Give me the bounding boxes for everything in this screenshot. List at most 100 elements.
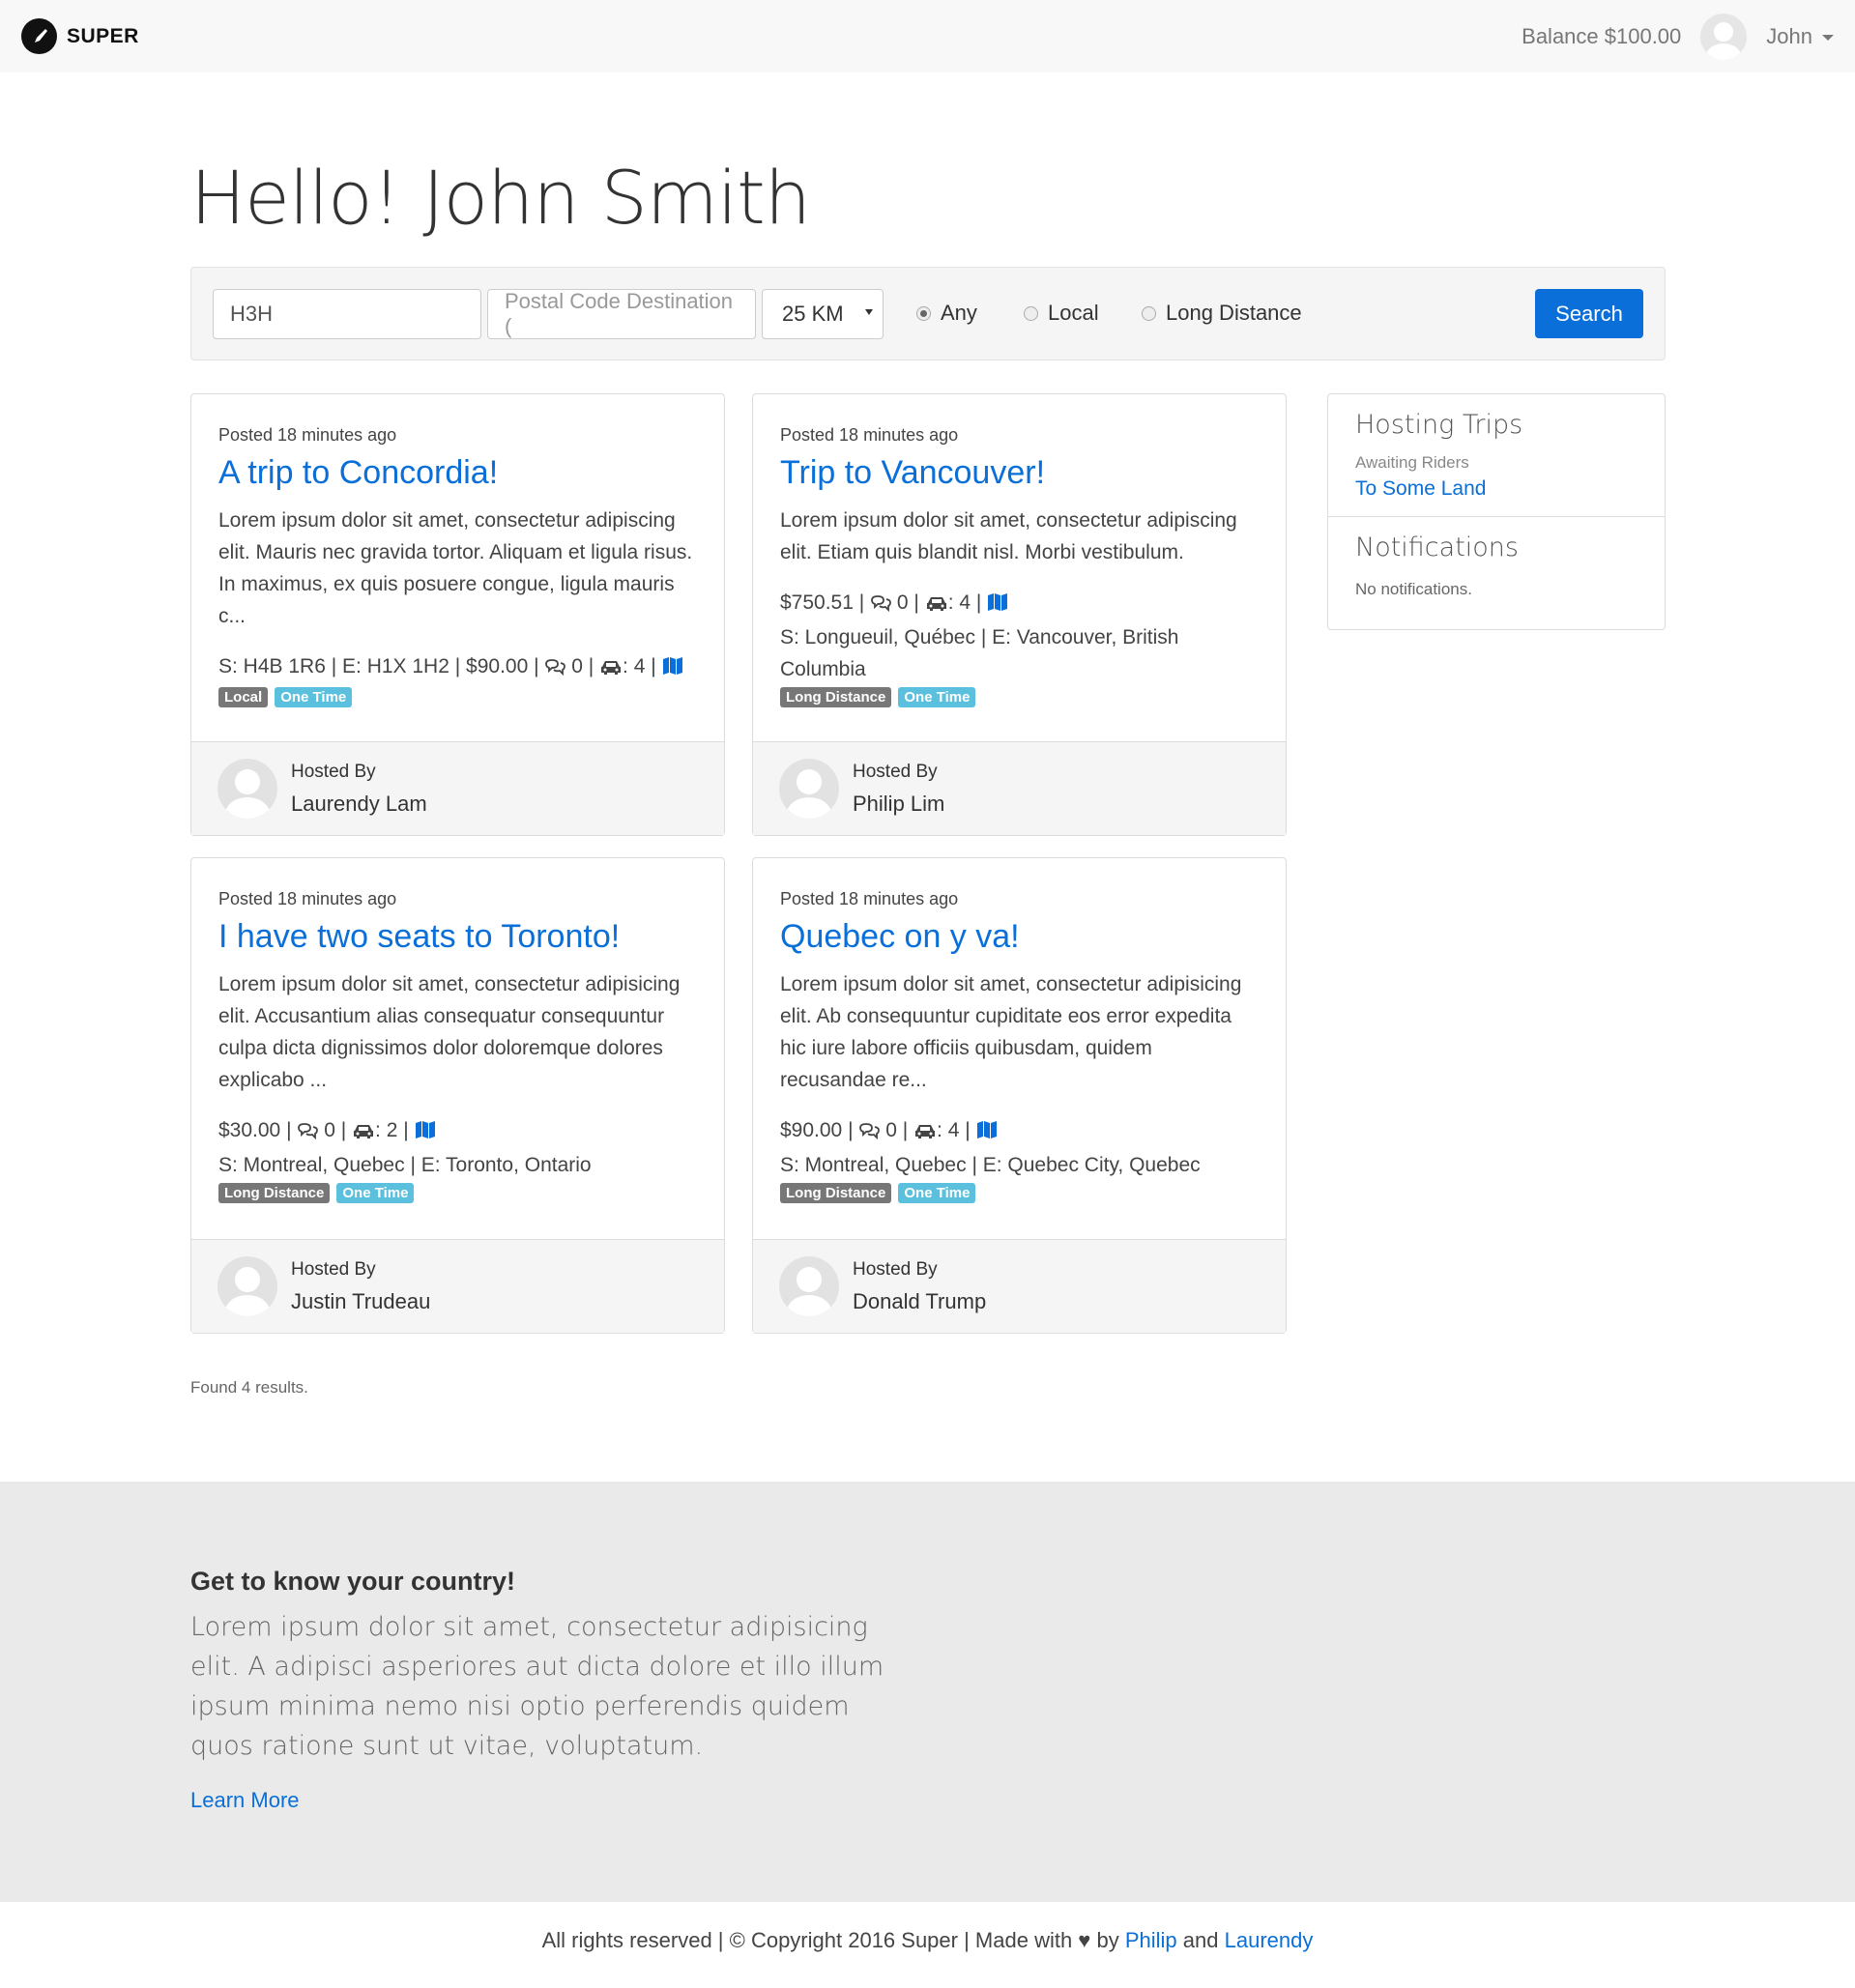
trip-meta: $750.51 | 0 | : 4 | S: Longueuil, Québec… (780, 590, 1179, 680)
frequency-badge: One Time (275, 686, 353, 707)
trip-price: $90.00 (780, 1118, 843, 1141)
comments-icon (858, 1117, 881, 1149)
user-avatar[interactable] (1700, 13, 1748, 60)
radius-value: 25 KM (782, 302, 844, 326)
trip-description: Lorem ipsum dolor sit amet, consectetur … (218, 972, 681, 1091)
card-footer: Hosted By Laurendy Lam (191, 741, 724, 835)
radio-label-long-distance: Long Distance (1166, 301, 1302, 325)
navbar: SUPER Balance $100.00 John (0, 0, 1855, 72)
footer-text: All rights reserved | © Copyright 2016 S… (541, 1928, 1119, 1952)
host-avatar[interactable] (217, 759, 277, 819)
seat-count: 4 (633, 654, 646, 677)
trip-meta: $30.00 | 0 | : 2 | S: Montreal, Quebec |… (218, 1117, 592, 1176)
host-label: Hosted By (291, 1258, 376, 1280)
trip-meta: S: H4B 1R6 | E: H1X 1H2 | $90.00 | 0 | :… (218, 650, 697, 685)
trip-card: Posted 18 minutes ago Quebec on y va! Lo… (752, 857, 1287, 1334)
card-footer: Hosted By Donald Trump (753, 1239, 1286, 1333)
comment-count: 0 (571, 654, 583, 677)
hosting-trip-link[interactable]: To Some Land (1355, 477, 1638, 501)
caret-down-icon (1822, 35, 1834, 41)
search-button[interactable]: Search (1535, 289, 1643, 338)
posted-time: Posted 18 minutes ago (218, 889, 397, 908)
learn-more-link[interactable]: Learn More (190, 1788, 300, 1813)
radio-local[interactable]: Local (1024, 301, 1099, 326)
radio-unchecked-icon (1142, 305, 1156, 321)
notifications-section: Notifications No notifications. (1328, 516, 1665, 615)
brand-logo-icon (21, 18, 57, 54)
card-footer: Hosted By Justin Trudeau (191, 1239, 724, 1333)
route-start: S: Montreal, Quebec (218, 1153, 405, 1176)
comments-icon (870, 590, 891, 621)
host-name[interactable]: Donald Trump (853, 1289, 986, 1314)
host-name[interactable]: Philip Lim (853, 792, 944, 817)
trip-title-link[interactable]: Trip to Vancouver! (780, 453, 1259, 493)
footer: All rights reserved | © Copyright 2016 S… (0, 1928, 1855, 1953)
results-count: Found 4 results. (190, 1378, 308, 1397)
trip-meta: $90.00 | 0 | : 4 | S: Montreal, Quebec |… (780, 1117, 1201, 1176)
host-name[interactable]: Laurendy Lam (291, 792, 427, 817)
radio-any[interactable]: Any (916, 301, 977, 326)
radius-select[interactable]: 25 KM (762, 289, 884, 339)
hosting-status: Awaiting Riders (1355, 453, 1469, 472)
host-avatar[interactable] (779, 1256, 839, 1316)
trip-title-link[interactable]: Quebec on y va! (780, 917, 1259, 957)
radio-checked-icon (916, 305, 931, 321)
trip-title-link[interactable]: I have two seats to Toronto! (218, 917, 697, 957)
map-icon[interactable] (976, 1117, 998, 1149)
car-icon (913, 1117, 937, 1149)
frequency-badge: One Time (898, 686, 976, 707)
comment-count: 0 (885, 1118, 897, 1141)
trip-type-badge: Long Distance (218, 1182, 331, 1203)
trip-price: $750.51 (780, 591, 854, 614)
select-arrow-icon (865, 309, 873, 315)
notifications-empty: No notifications. (1355, 580, 1472, 598)
hosting-trips-title: Hosting Trips (1355, 410, 1523, 440)
car-icon (925, 590, 948, 621)
author-link-laurendy[interactable]: Laurendy (1225, 1928, 1314, 1952)
seat-count: 4 (947, 1118, 960, 1141)
host-name[interactable]: Justin Trudeau (291, 1289, 430, 1314)
trip-type-badge: Long Distance (780, 1182, 892, 1203)
trip-description: Lorem ipsum dolor sit amet, consectetur … (780, 972, 1242, 1091)
radio-label-local: Local (1048, 301, 1099, 325)
comment-count: 0 (324, 1118, 335, 1141)
promo-title: Get to know your country! (190, 1567, 516, 1596)
destination-postal-input[interactable]: Postal Code Destination ( (487, 289, 756, 339)
host-avatar[interactable] (217, 1256, 277, 1316)
trip-type-badge: Long Distance (780, 686, 892, 707)
trip-price: $30.00 (218, 1118, 281, 1141)
posted-time: Posted 18 minutes ago (780, 425, 959, 445)
map-icon[interactable] (415, 1117, 436, 1149)
origin-postal-input[interactable]: H3H (213, 289, 481, 339)
route-start: S: Montreal, Quebec (780, 1153, 967, 1176)
trip-card: Posted 18 minutes ago A trip to Concordi… (190, 393, 725, 836)
sidebar-panel: Hosting Trips Awaiting Riders To Some La… (1327, 393, 1666, 630)
trip-card: Posted 18 minutes ago Trip to Vancouver!… (752, 393, 1287, 836)
host-label: Hosted By (853, 1258, 938, 1280)
posted-time: Posted 18 minutes ago (780, 889, 959, 908)
car-icon (352, 1117, 375, 1149)
brand[interactable]: SUPER (21, 18, 139, 54)
trip-description: Lorem ipsum dolor sit amet, consectetur … (780, 508, 1237, 563)
posted-time: Posted 18 minutes ago (218, 425, 397, 445)
host-label: Hosted By (853, 761, 938, 782)
host-avatar[interactable] (779, 759, 839, 819)
route-start: S: H4B 1R6 (218, 654, 326, 677)
trip-type-badge: Local (218, 686, 269, 707)
comments-icon (544, 653, 566, 685)
trip-card: Posted 18 minutes ago I have two seats t… (190, 857, 725, 1334)
route-end: E: Quebec City, Quebec (982, 1153, 1201, 1176)
seat-count: 2 (386, 1118, 398, 1141)
balance-text: Balance $100.00 (1522, 23, 1682, 48)
map-icon[interactable] (987, 590, 1008, 621)
search-bar: H3H Postal Code Destination ( 25 KM Any … (190, 267, 1666, 360)
trip-title-link[interactable]: A trip to Concordia! (218, 453, 697, 493)
map-icon[interactable] (662, 653, 683, 685)
trip-price: $90.00 (466, 654, 529, 677)
notifications-title: Notifications (1355, 533, 1519, 562)
host-label: Hosted By (291, 761, 376, 782)
user-menu-dropdown[interactable]: John (1766, 24, 1834, 49)
car-icon (599, 653, 623, 685)
radio-long-distance[interactable]: Long Distance (1142, 301, 1302, 326)
author-link-philip[interactable]: Philip (1125, 1928, 1177, 1952)
